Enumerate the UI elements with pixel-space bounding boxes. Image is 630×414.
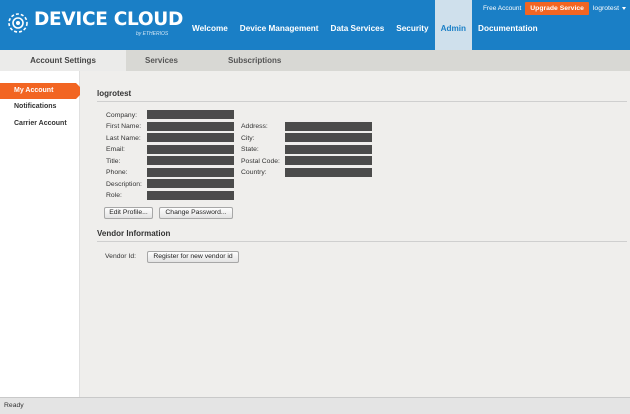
plan-label[interactable]: Free Account: [483, 5, 521, 12]
gear-logo-icon: [8, 13, 28, 33]
company-value: [147, 110, 234, 119]
change-password-button[interactable]: Change Password...: [159, 207, 233, 219]
brand-sub: by ETHERIOS: [136, 31, 169, 37]
email-value: [147, 145, 234, 154]
vendor-heading: Vendor Information: [97, 229, 171, 238]
city-label: City:: [241, 135, 255, 142]
tab-account-settings[interactable]: Account Settings: [0, 50, 126, 71]
first-name-value: [147, 122, 234, 131]
title-value: [147, 156, 234, 165]
register-vendor-id-button[interactable]: Register for new vendor id: [147, 251, 239, 263]
country-label: Country:: [241, 169, 267, 176]
address-value: [285, 122, 372, 131]
device-cloud-logo[interactable]: DEVICE CLOUD by ETHERIOS: [6, 9, 184, 41]
divider: [97, 101, 627, 102]
company-label: Company:: [106, 112, 137, 119]
status-text: Ready: [4, 402, 24, 409]
app-header: DEVICE CLOUD by ETHERIOS Welcome Device …: [0, 0, 630, 50]
nav-device-management[interactable]: Device Management: [234, 0, 325, 50]
tab-subscriptions[interactable]: Subscriptions: [228, 50, 281, 71]
status-bar: Ready: [0, 397, 630, 414]
state-label: State:: [241, 146, 259, 153]
first-name-label: First Name:: [106, 123, 142, 130]
title-label: Title:: [106, 158, 121, 165]
description-label: Description:: [106, 181, 142, 188]
nav-admin[interactable]: Admin: [434, 0, 473, 50]
country-value: [285, 168, 372, 177]
description-value: [147, 179, 234, 188]
role-label: Role:: [106, 192, 122, 199]
upgrade-service-button[interactable]: Upgrade Service: [525, 2, 589, 15]
account-bar: Free Account Upgrade Service logrotest: [483, 2, 626, 15]
divider: [97, 241, 627, 242]
nav-data-services[interactable]: Data Services: [325, 0, 391, 50]
user-menu[interactable]: logrotest: [593, 5, 626, 12]
state-value: [285, 145, 372, 154]
email-label: Email:: [106, 146, 125, 153]
role-value: [147, 191, 234, 200]
vendor-id-label: Vendor Id:: [105, 253, 136, 260]
chevron-down-icon: [622, 7, 626, 10]
edit-profile-button[interactable]: Edit Profile...: [104, 207, 153, 219]
postal-code-value: [285, 156, 372, 165]
phone-label: Phone:: [106, 169, 128, 176]
tab-services[interactable]: Services: [145, 50, 178, 71]
nav-security[interactable]: Security: [390, 0, 434, 50]
phone-value: [147, 168, 234, 177]
last-name-label: Last Name:: [106, 135, 141, 142]
sidebar: My Account Notifications Carrier Account: [0, 71, 84, 397]
address-label: Address:: [241, 123, 268, 130]
sidebar-item-carrier-account[interactable]: Carrier Account: [0, 116, 80, 132]
postal-code-label: Postal Code:: [241, 158, 280, 165]
city-value: [285, 133, 372, 142]
main-content: logrotest Company: First Name: Last Name…: [80, 71, 630, 397]
username-label: logrotest: [592, 5, 619, 12]
account-heading: logrotest: [97, 89, 132, 98]
brand-name: DEVICE CLOUD: [34, 9, 184, 30]
sidebar-item-my-account[interactable]: My Account: [0, 83, 84, 99]
sub-nav: Account Settings Services Subscriptions: [0, 50, 630, 71]
sidebar-item-notifications[interactable]: Notifications: [0, 99, 80, 115]
nav-welcome[interactable]: Welcome: [186, 0, 234, 50]
last-name-value: [147, 133, 234, 142]
